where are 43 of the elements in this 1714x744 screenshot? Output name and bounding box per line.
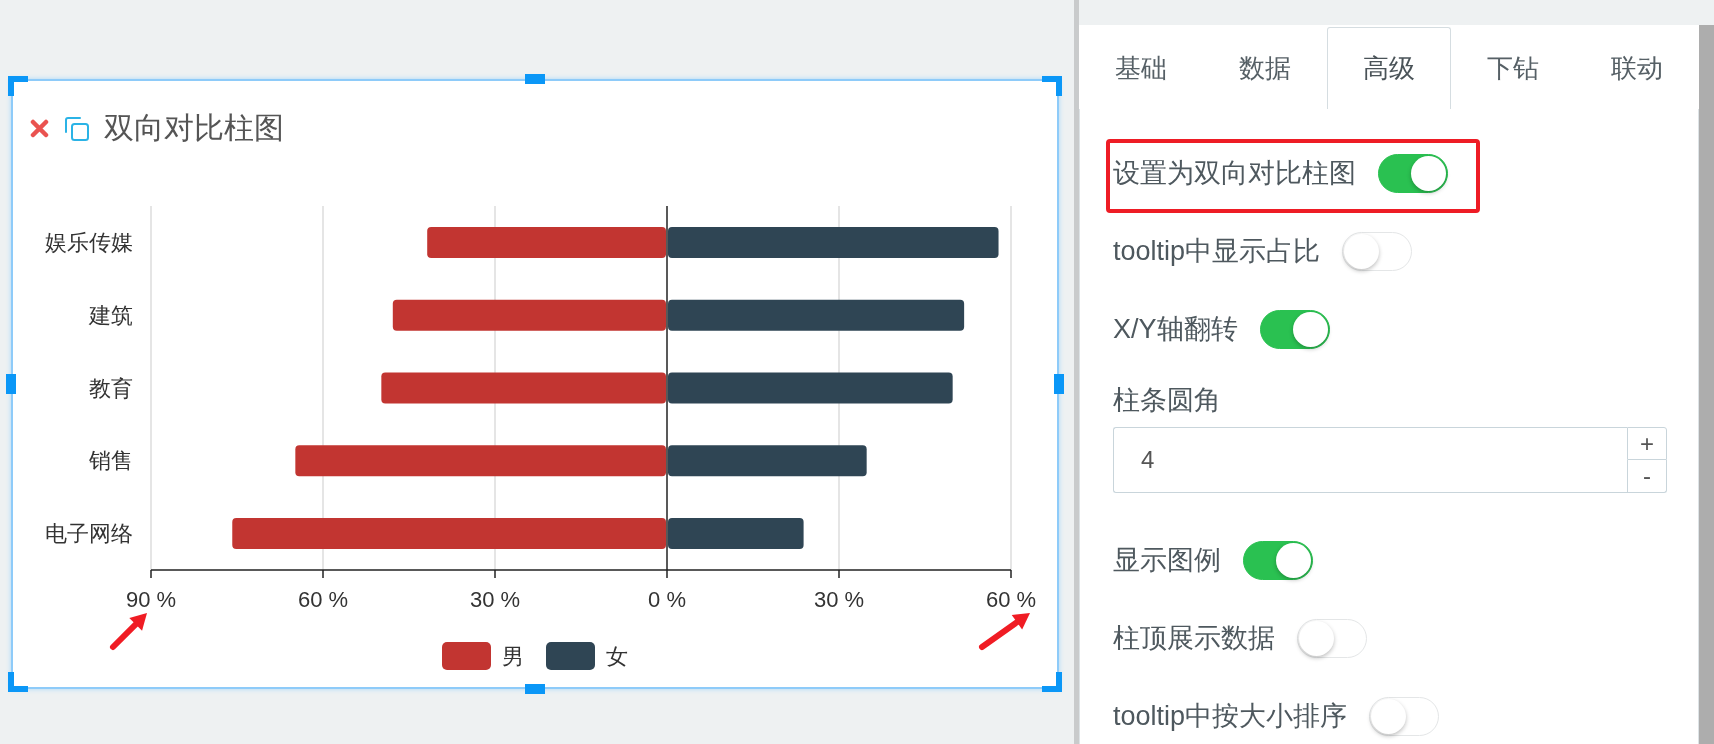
- category-label: 建筑: [89, 302, 133, 328]
- resize-handle[interactable]: [1042, 672, 1062, 692]
- category-label: 电子网络: [45, 521, 133, 547]
- toggle-switch[interactable]: [1243, 540, 1313, 580]
- resize-handle[interactable]: [1042, 76, 1062, 96]
- tick-label: 30 %: [813, 586, 865, 612]
- tick-label: 60 %: [297, 586, 349, 612]
- chart-title: 双向对比柱图: [104, 113, 284, 143]
- copy-icon[interactable]: [64, 115, 89, 141]
- decrement-button[interactable]: -: [1627, 460, 1667, 493]
- setting-label: 柱条圆角: [1113, 386, 1221, 414]
- toggle-switch[interactable]: [1378, 153, 1448, 193]
- legend-swatch[interactable]: [442, 642, 491, 670]
- setting-label: tooltip中显示占比: [1113, 237, 1321, 265]
- category-label: 娱乐传媒: [45, 229, 133, 255]
- setting-label: 柱顶展示数据: [1113, 624, 1275, 652]
- tick-label: 30 %: [469, 586, 521, 612]
- setting-label: X/Y轴翻转: [1113, 315, 1238, 343]
- tick-label: 0 %: [648, 586, 686, 612]
- setting-label: 显示图例: [1113, 546, 1221, 574]
- tick-label: 90 %: [125, 586, 177, 612]
- resize-handle[interactable]: [525, 74, 545, 84]
- category-label: 教育: [89, 375, 133, 401]
- resize-handle[interactable]: [6, 374, 16, 394]
- legend-label: 女: [606, 643, 628, 669]
- tick-label: 60 %: [985, 586, 1037, 612]
- setting-label: tooltip中按大小排序: [1113, 702, 1348, 730]
- increment-button[interactable]: +: [1627, 427, 1667, 460]
- setting-label: 设置为双向对比柱图: [1113, 159, 1356, 187]
- resize-handle[interactable]: [525, 684, 545, 694]
- annotation-arrow: [110, 613, 147, 650]
- legend-label: 男: [502, 643, 524, 669]
- scrollbar[interactable]: [1699, 25, 1714, 744]
- category-label: 销售: [89, 448, 133, 474]
- resize-handle[interactable]: [1054, 374, 1064, 394]
- resize-handle[interactable]: [8, 672, 28, 692]
- tab[interactable]: 高级: [1327, 27, 1451, 109]
- legend-swatch[interactable]: [546, 642, 595, 670]
- close-icon[interactable]: [30, 118, 49, 138]
- number-input[interactable]: 4: [1113, 427, 1627, 493]
- annotation-arrow: [979, 613, 1030, 650]
- toggle-switch[interactable]: [1259, 309, 1330, 349]
- resize-handle[interactable]: [8, 76, 28, 96]
